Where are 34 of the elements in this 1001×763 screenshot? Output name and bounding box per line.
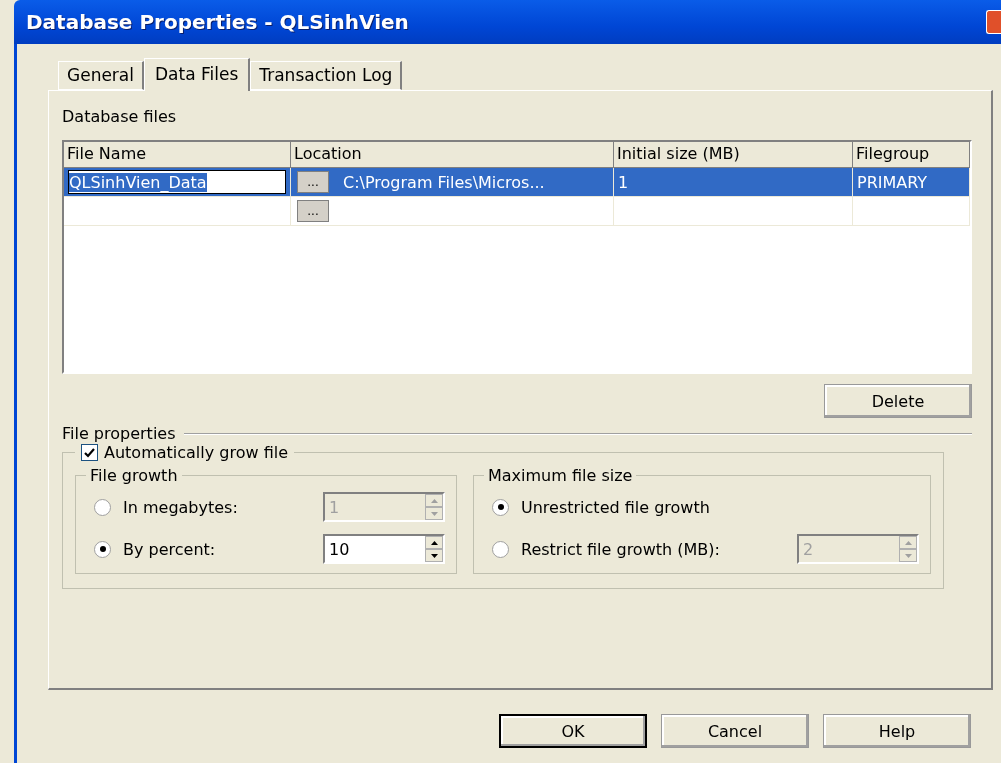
tab[interactable]: Transaction Log	[250, 61, 403, 90]
checkbox[interactable]	[81, 444, 98, 461]
table-row[interactable]: ...	[64, 197, 970, 226]
table-row[interactable]: QLSinhVien_Data ... C:\Program Files\Micros... 1 PRIMARY	[64, 168, 970, 197]
checkbox-label[interactable]: Automatically grow file	[104, 443, 288, 462]
section-label: File properties	[62, 424, 176, 443]
dialog-button[interactable]: Help	[823, 714, 971, 748]
column-header[interactable]: Location	[291, 142, 614, 168]
tab[interactable]: General	[58, 61, 144, 90]
column-header[interactable]: Filegroup	[853, 142, 970, 168]
window-title: Database Properties - QLSinhVien	[26, 10, 409, 34]
delete-button[interactable]: Delete	[824, 384, 972, 418]
radio-label[interactable]: By percent:	[123, 539, 323, 559]
dialog-button[interactable]: OK	[499, 714, 647, 748]
spin-field[interactable]: 10	[323, 534, 445, 564]
dialog-button[interactable]: Cancel	[661, 714, 809, 748]
group-label: Maximum file size	[488, 466, 633, 485]
radio-button[interactable]	[492, 498, 509, 516]
close-button[interactable]	[986, 10, 1001, 34]
up-arrow-icon[interactable]	[430, 540, 438, 545]
table-cell: 1	[618, 172, 629, 192]
radio-label[interactable]: Unrestricted file growth	[521, 497, 797, 517]
tab[interactable]: Data Files	[144, 58, 251, 91]
name-edit-field[interactable]: QLSinhVien_Data	[68, 170, 286, 194]
column-header[interactable]: Initial size (MB)	[614, 142, 853, 168]
radio-button[interactable]	[94, 540, 111, 558]
group-label: File growth	[90, 466, 178, 485]
browse-button[interactable]: ...	[297, 171, 329, 193]
browse-button[interactable]: ...	[297, 200, 329, 222]
table-cell: C:\Program Files\Micros...	[343, 172, 545, 192]
table-cell: PRIMARY	[857, 172, 928, 192]
column-header[interactable]: File Name	[64, 142, 291, 168]
down-arrow-icon[interactable]	[430, 553, 438, 558]
section-label: Database files	[62, 107, 178, 126]
